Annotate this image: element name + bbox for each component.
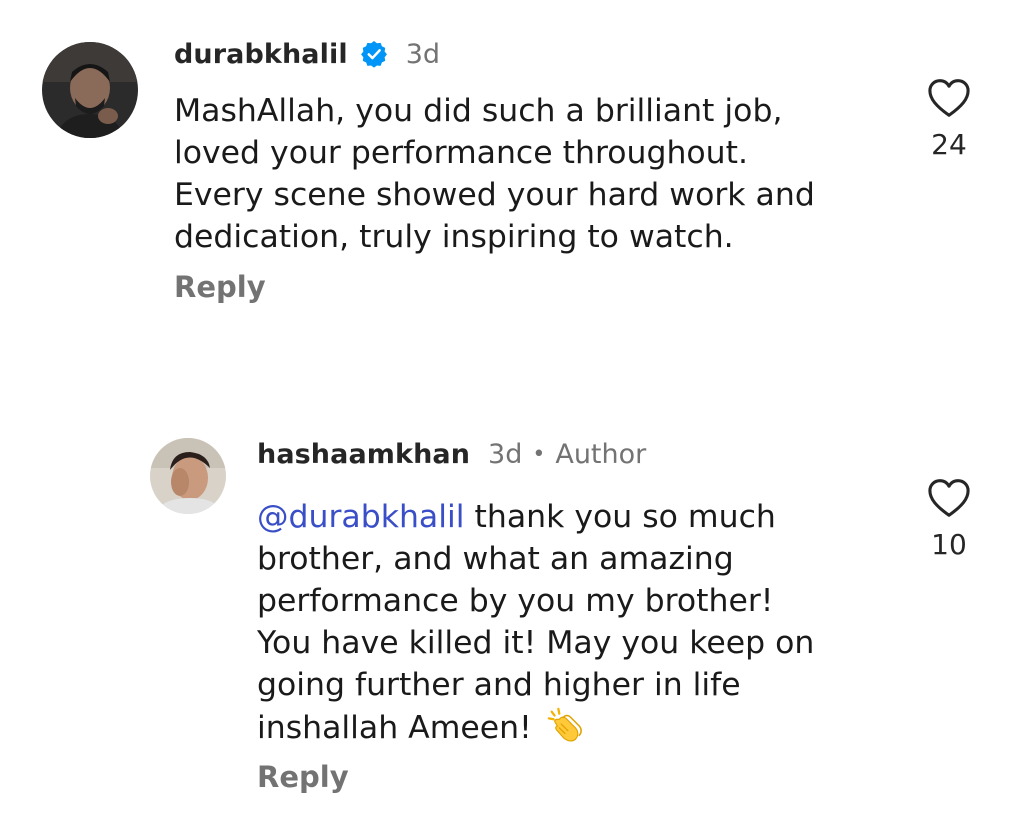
heart-outline-icon[interactable] [927,78,971,118]
username[interactable]: hashaamkhan [257,439,470,470]
comment-body: thank you so much brother, and what an a… [257,499,815,746]
comment-text: MashAllah, you did such a brilliant job,… [174,93,815,255]
mention-link[interactable]: @durabkhalil [257,499,464,535]
author-badge: Author [555,438,647,470]
comment-header: durabkhalil 3d [174,34,440,74]
like-count: 10 [931,528,967,561]
heart-outline-icon[interactable] [927,478,971,518]
like-count: 24 [931,128,967,161]
separator-dot: • [532,441,546,467]
clapping-hands-icon [547,707,582,742]
comment-text: @durabkhalil thank you so much brother, … [257,496,877,749]
like-control: 24 [909,78,989,161]
comment-time: 3d [405,38,441,70]
like-control: 10 [909,478,989,561]
verified-badge-icon [360,41,387,68]
comment-time: 3d [488,438,523,470]
reply-button[interactable]: Reply [257,760,349,794]
avatar-hashaamkhan[interactable] [150,438,226,514]
comment-header: hashaamkhan 3d • Author [257,434,646,474]
avatar-durabkhalil[interactable] [42,42,138,138]
reply-button[interactable]: Reply [174,270,266,304]
username[interactable]: durabkhalil [174,39,348,70]
